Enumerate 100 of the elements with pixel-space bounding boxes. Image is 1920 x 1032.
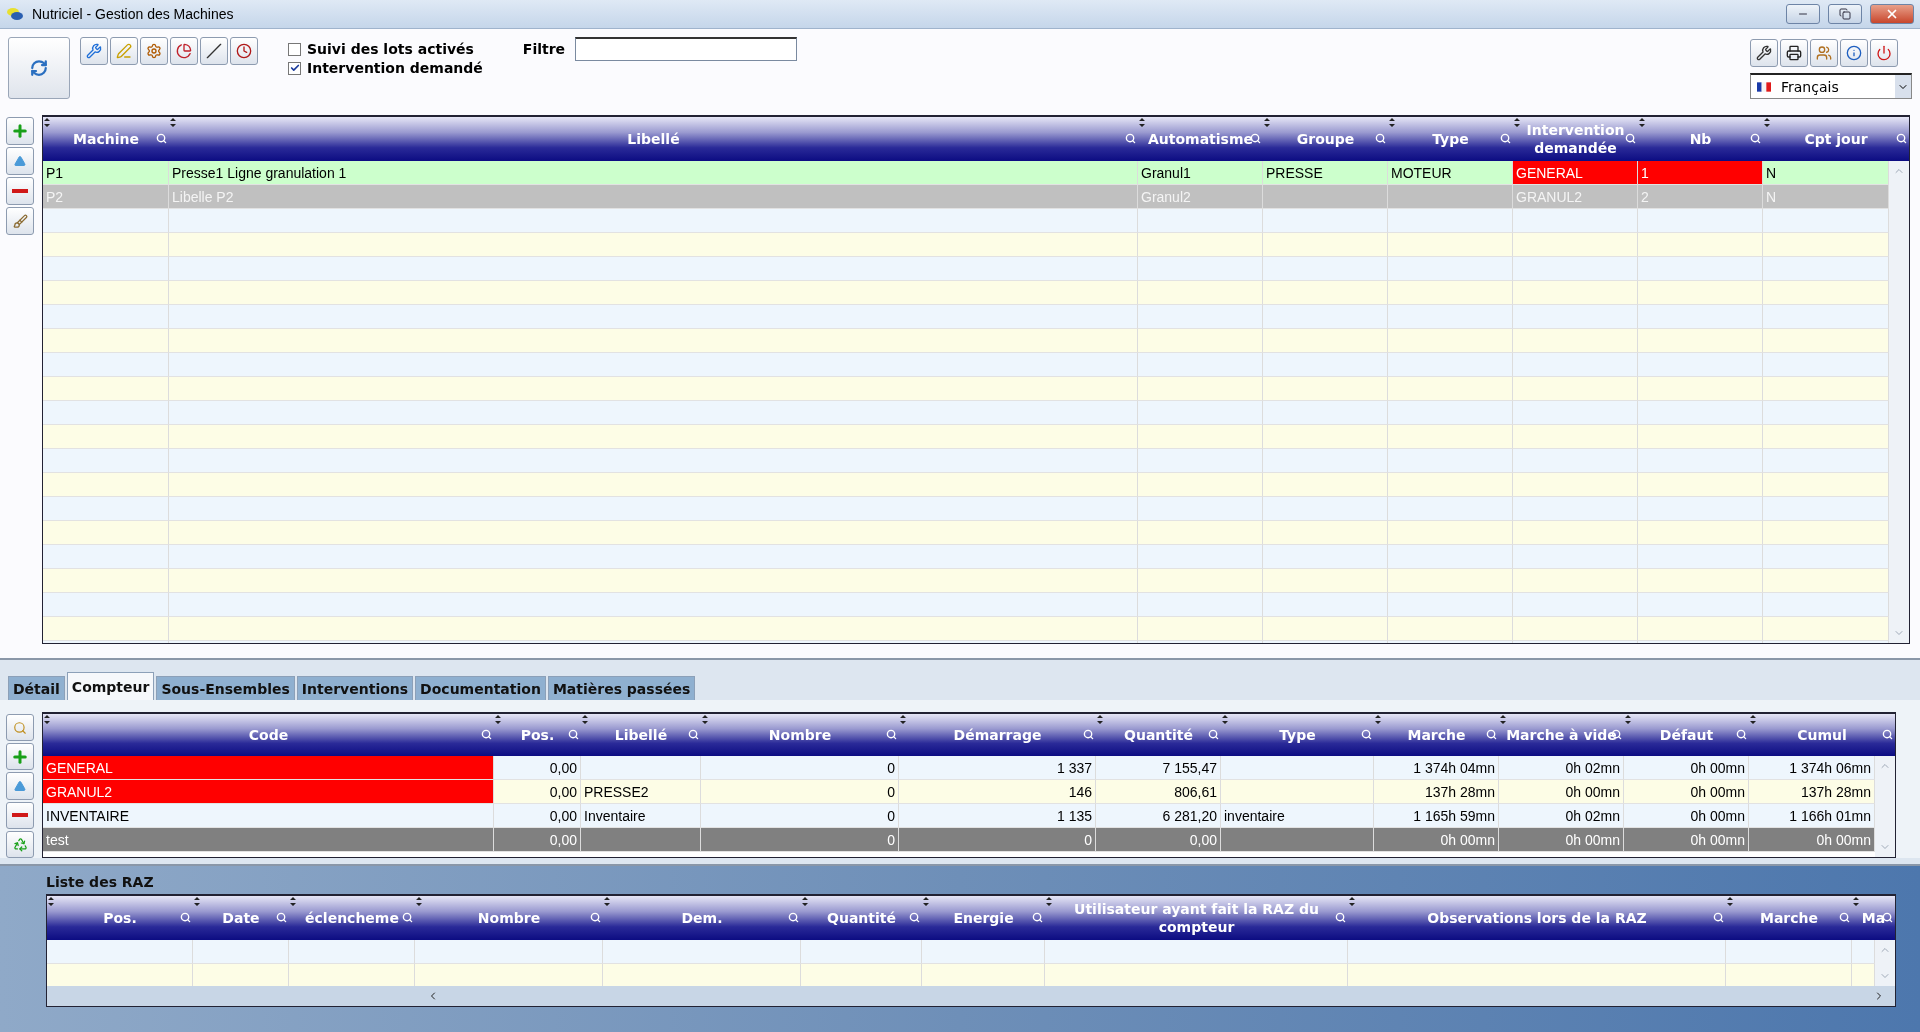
tab[interactable]: Matières passées xyxy=(547,676,696,700)
column-header[interactable]: Libellé xyxy=(627,129,680,149)
filter-field[interactable] xyxy=(575,37,798,61)
sort-icon[interactable] xyxy=(1263,118,1271,127)
sort-icon[interactable] xyxy=(1499,715,1507,724)
sort-icon[interactable] xyxy=(1096,715,1104,724)
sort-icon[interactable] xyxy=(43,118,51,127)
sort-icon[interactable] xyxy=(1749,715,1757,724)
column-header[interactable]: Machine xyxy=(73,129,139,149)
table-row[interactable]: GENERAL 0,00 0 1 337 7 155,47 1 374h 04mn 0h 02mn 0h 00mn 1 374h 06mn xyxy=(43,756,1875,780)
sort-icon[interactable] xyxy=(1045,897,1053,906)
recycle-button[interactable] xyxy=(6,830,34,858)
settings-button[interactable] xyxy=(140,37,168,65)
column-header[interactable]: Défaut xyxy=(1659,725,1714,745)
tab[interactable]: Documentation xyxy=(415,676,546,700)
sort-icon[interactable] xyxy=(1624,715,1632,724)
sort-icon[interactable] xyxy=(494,715,502,724)
brush-button[interactable] xyxy=(6,207,34,235)
info-button[interactable] xyxy=(1840,39,1868,67)
language-select[interactable]: Français xyxy=(1750,73,1912,99)
sort-icon[interactable] xyxy=(1763,118,1771,127)
sort-icon[interactable] xyxy=(1852,897,1860,906)
column-header[interactable]: Libellé xyxy=(614,725,668,745)
table-row[interactable]: P1 Presse1 Ligne granulation 1 Granul1 PRESSE MOTEUR GENERAL 1 N xyxy=(43,161,1889,185)
move-up-button[interactable] xyxy=(6,772,34,800)
sort-icon[interactable] xyxy=(1374,715,1382,724)
minimize-button[interactable] xyxy=(1786,4,1820,24)
column-header[interactable]: Dem. xyxy=(681,908,723,928)
column-header[interactable]: Observations lors de la RAZ xyxy=(1427,908,1647,928)
scrollbar[interactable] xyxy=(1875,756,1895,857)
column-header[interactable]: Quantité xyxy=(1124,725,1193,745)
tab[interactable]: Interventions xyxy=(296,676,414,700)
sort-icon[interactable] xyxy=(1513,118,1521,127)
column-header[interactable]: Ma xyxy=(1861,908,1886,928)
column-header[interactable]: Nb xyxy=(1689,129,1712,149)
column-header[interactable]: Marche xyxy=(1407,725,1466,745)
tab[interactable]: Sous-Ensembles xyxy=(156,676,295,700)
sort-icon[interactable] xyxy=(899,715,907,724)
refresh-button[interactable] xyxy=(8,37,70,99)
remove-button[interactable] xyxy=(6,801,34,829)
sort-icon[interactable] xyxy=(289,897,297,906)
sort-icon[interactable] xyxy=(1138,118,1146,127)
sort-icon[interactable] xyxy=(47,897,55,906)
table-row[interactable]: GRANUL2 0,00 PRESSE2 0 146 806,61 137h 28mn 0h 00mn 0h 00mn 137h 28mn xyxy=(43,780,1875,804)
restore-button[interactable] xyxy=(1828,4,1862,24)
sort-icon[interactable] xyxy=(1388,118,1396,127)
sort-icon[interactable] xyxy=(43,715,51,724)
sort-icon[interactable] xyxy=(1221,715,1229,724)
users-button[interactable] xyxy=(1810,39,1838,67)
column-header[interactable]: Code xyxy=(248,725,289,745)
column-header[interactable]: Quantité xyxy=(827,908,896,928)
table-row[interactable]: test 0,00 0 0 0,00 0h 00mn 0h 00mn 0h 00mn 0h 00mn xyxy=(43,828,1875,852)
tab[interactable]: Compteur xyxy=(66,672,155,700)
column-header[interactable]: éclencheme xyxy=(305,908,399,928)
horizontal-scrollbar[interactable] xyxy=(47,986,1895,1006)
sort-icon[interactable] xyxy=(415,897,423,906)
column-header[interactable]: Type xyxy=(1279,725,1316,745)
remove-button[interactable] xyxy=(6,177,34,205)
sort-icon[interactable] xyxy=(169,118,177,127)
column-header[interactable]: Marche xyxy=(1759,908,1818,928)
add-button[interactable] xyxy=(6,743,34,771)
sort-icon[interactable] xyxy=(801,897,809,906)
sort-icon[interactable] xyxy=(701,715,709,724)
move-up-button[interactable] xyxy=(6,147,34,175)
sort-icon[interactable] xyxy=(1348,897,1356,906)
clock-button[interactable] xyxy=(230,37,258,65)
chart-button[interactable] xyxy=(170,37,198,65)
column-header[interactable]: Utilisateur ayant fait la RAZ du compteur xyxy=(1059,899,1334,937)
column-header[interactable]: Type xyxy=(1432,129,1469,149)
search-button[interactable] xyxy=(6,714,34,742)
column-header[interactable]: Energie xyxy=(953,908,1014,928)
power-button[interactable] xyxy=(1870,39,1898,67)
column-header[interactable]: Pos. xyxy=(103,908,137,928)
column-header[interactable]: Cumul xyxy=(1797,725,1847,745)
sort-icon[interactable] xyxy=(581,715,589,724)
table-row[interactable]: INVENTAIRE 0,00 Inventaire 0 1 135 6 281,20 inventaire 1 165h 59mn 0h 02mn 0h 00mn 1 166h 01mn xyxy=(43,804,1875,828)
column-header[interactable]: Démarrage xyxy=(953,725,1042,745)
checkbox[interactable] xyxy=(288,61,301,75)
sort-icon[interactable] xyxy=(1726,897,1734,906)
print-button[interactable] xyxy=(1780,39,1808,67)
scrollbar[interactable] xyxy=(1889,161,1909,643)
scrollbar[interactable] xyxy=(1875,940,1895,986)
checkbox[interactable] xyxy=(288,42,301,56)
tab[interactable]: Détail xyxy=(8,676,65,700)
column-header[interactable]: Groupe xyxy=(1296,129,1355,149)
sort-icon[interactable] xyxy=(1638,118,1646,127)
add-button[interactable] xyxy=(6,117,34,145)
sort-icon[interactable] xyxy=(603,897,611,906)
column-header[interactable]: Intervention demandée xyxy=(1526,120,1625,158)
column-header[interactable]: Marche à vide xyxy=(1506,725,1617,745)
sort-icon[interactable] xyxy=(193,897,201,906)
column-header[interactable]: Automatisme xyxy=(1147,129,1254,149)
sort-icon[interactable] xyxy=(922,897,930,906)
tools-button[interactable] xyxy=(1750,39,1778,67)
close-button[interactable] xyxy=(1870,4,1914,24)
edit-button[interactable] xyxy=(110,37,138,65)
slash-button[interactable] xyxy=(200,37,228,65)
column-header[interactable]: Date xyxy=(222,908,260,928)
column-header[interactable]: Pos. xyxy=(520,725,555,745)
column-header[interactable]: Nombre xyxy=(477,908,541,928)
